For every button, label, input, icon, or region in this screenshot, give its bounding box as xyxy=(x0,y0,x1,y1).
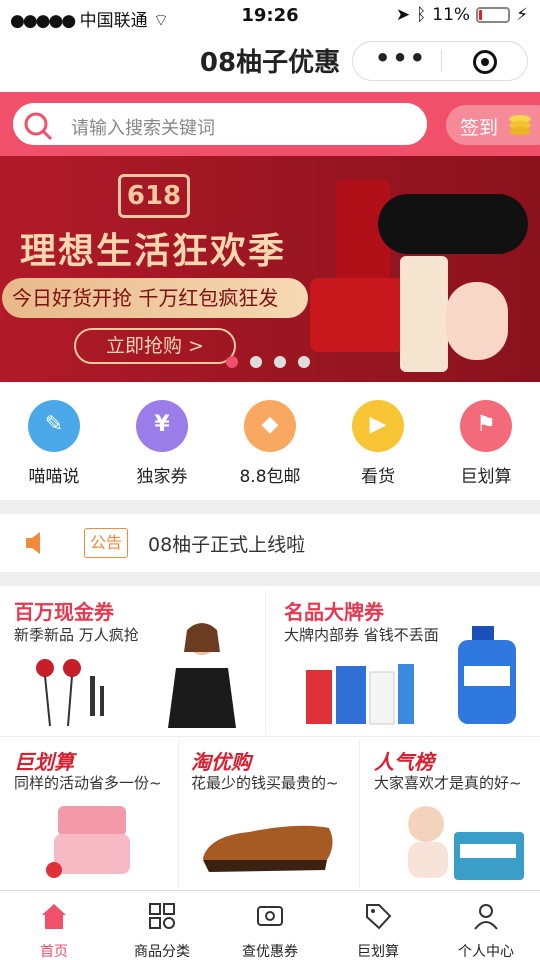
search-input[interactable]: 请输入搜索关键词 xyxy=(11,101,429,147)
quick-nav-item[interactable]: ▶ 看货 xyxy=(324,394,432,494)
deal-tag-icon xyxy=(366,904,392,930)
tab-label: 查优惠券 xyxy=(242,944,298,960)
more-dots-icon[interactable]: ••• xyxy=(375,44,427,72)
promo-title: 人气榜 xyxy=(374,750,434,774)
promo-subtitle: 大家喜欢才是真的好~ xyxy=(374,774,522,792)
quick-nav-label: 8.8包邮 xyxy=(239,467,301,487)
divider xyxy=(0,572,540,586)
baby-diapers-image xyxy=(408,806,524,880)
tab-person[interactable]: 个人中心 xyxy=(432,891,540,960)
promo-brand-coupon[interactable]: 名品大牌券 大牌内部券 省钱不丢面 xyxy=(266,586,540,736)
mini-program-capsule: ••• xyxy=(352,41,528,81)
nav-bar: 08柚子优惠 ••• xyxy=(0,32,540,90)
quick-nav-label: 独家券 xyxy=(136,467,188,487)
promo-taoyougou[interactable]: 淘优购 花最少的钱买最贵的~ xyxy=(179,738,359,888)
banner-headline: 理想生活狂欢季 xyxy=(20,231,287,272)
promo-subtitle: 同样的活动省多一份~ xyxy=(14,774,162,792)
search-bar: 请输入搜索关键词 签到 xyxy=(0,92,540,156)
buy-now-button[interactable]: 立即抢购 > xyxy=(74,328,236,364)
location-icon: ➤ xyxy=(395,5,411,25)
promo-title: 名品大牌券 xyxy=(284,600,384,624)
tab-bar: 首页 商品分类 查优惠券 巨划算 个人中心 xyxy=(0,890,540,960)
toothpaste-image xyxy=(306,664,414,725)
icon-glyph: ◆ xyxy=(261,412,279,437)
divider xyxy=(0,500,540,514)
handbag-image xyxy=(310,278,404,352)
quick-nav-label: 喵喵说 xyxy=(28,467,80,487)
tab-deal-tag[interactable]: 巨划算 xyxy=(324,891,432,960)
banner-dot[interactable] xyxy=(298,356,310,368)
promo-banner[interactable]: 618 理想生活狂欢季 今日好货开抢 千万红包疯狂发 立即抢购 > xyxy=(0,156,540,382)
hair-dryer-image xyxy=(378,194,528,254)
promo-subtitle: 大牌内部券 省钱不丢面 xyxy=(284,626,439,644)
blouse-model-image xyxy=(168,623,236,728)
icon-glyph: ¥ xyxy=(154,412,170,437)
icon-glyph: ✎ xyxy=(44,412,64,437)
promo-title: 巨划算 xyxy=(14,750,74,774)
bluetooth-icon: ᛒ xyxy=(416,5,427,25)
quick-nav-item[interactable]: ✎ 喵喵说 xyxy=(0,394,108,494)
quick-nav-item[interactable]: ◆ 8.8包邮 xyxy=(216,394,324,494)
perfume-image xyxy=(446,282,508,360)
icon-glyph: ▶ xyxy=(369,412,387,437)
icon-glyph: ⚑ xyxy=(476,412,496,437)
speaker-icon xyxy=(26,532,40,554)
tab-category-grid[interactable]: 商品分类 xyxy=(108,891,216,960)
charging-icon: ⚡ xyxy=(516,5,528,25)
promo-title: 百万现金券 xyxy=(14,600,114,624)
battery-icon xyxy=(476,7,511,23)
signin-button[interactable]: 签到 xyxy=(446,105,540,145)
banner-dot[interactable] xyxy=(226,356,238,368)
detergent-image xyxy=(458,626,516,724)
coins-icon xyxy=(509,115,531,135)
skincare-bottle-image xyxy=(400,256,448,372)
search-icon xyxy=(24,112,53,141)
promo-subtitle: 花最少的钱买最贵的~ xyxy=(191,774,339,792)
banner-subline: 今日好货开抢 千万红包疯狂发 xyxy=(2,278,308,318)
quick-nav-label: 巨划算 xyxy=(460,467,512,487)
banner-dot[interactable] xyxy=(250,356,262,368)
quick-nav-item[interactable]: ¥ 独家券 xyxy=(108,394,216,494)
promo-popular-list[interactable]: 人气榜 大家喜欢才是真的好~ xyxy=(360,738,540,888)
notice-text: 08柚子正式上线啦 xyxy=(148,534,306,556)
tab-label: 巨划算 xyxy=(357,944,399,960)
status-right: ➤ ᛒ 11% ⚡ xyxy=(396,5,528,25)
tab-label: 首页 xyxy=(40,944,68,960)
banner-dot[interactable] xyxy=(274,356,286,368)
promo-cash-coupon[interactable]: 百万现金券 新季新品 万人疯抢 xyxy=(0,586,265,736)
quick-nav-item[interactable]: ⚑ 巨划算 xyxy=(432,394,540,494)
quick-nav: ✎ 喵喵说 ¥ 独家券 ◆ 8.8包邮 ▶ 看货 ⚑ 巨划算 xyxy=(0,394,540,494)
tab-home[interactable]: 首页 xyxy=(0,891,108,960)
earphones-image xyxy=(36,659,104,727)
battery-percent: 11% xyxy=(432,5,471,25)
app-screen: ●●●●● 中国联通 ⌔ 19:26 ➤ ᛒ 11% ⚡ 08柚子优惠 ••• … xyxy=(0,0,540,960)
logo-618: 618 xyxy=(118,174,190,218)
tab-label: 商品分类 xyxy=(134,944,190,960)
target-close-icon[interactable] xyxy=(473,50,497,74)
person-icon xyxy=(474,904,498,930)
notice-badge: 公告 xyxy=(84,528,128,558)
banner-pagination xyxy=(226,356,310,368)
tab-label: 个人中心 xyxy=(458,944,514,960)
leather-shoe-image xyxy=(203,825,333,872)
status-bar: ●●●●● 中国联通 ⌔ 19:26 ➤ ᛒ 11% ⚡ xyxy=(0,0,540,32)
promo-great-deal[interactable]: 巨划算 同样的活动省多一份~ xyxy=(0,738,178,888)
category-grid-icon xyxy=(149,903,175,929)
search-placeholder: 请输入搜索关键词 xyxy=(71,118,215,139)
tab-coupon-search[interactable]: 查优惠券 xyxy=(216,891,324,960)
notice-bar[interactable]: 公告 08柚子正式上线啦 xyxy=(0,514,540,572)
quick-nav-label: 看货 xyxy=(361,467,395,487)
promo-title: 淘优购 xyxy=(191,750,251,774)
home-icon xyxy=(42,904,66,929)
coupon-search-icon xyxy=(257,906,283,926)
promo-subtitle: 新季新品 万人疯抢 xyxy=(14,626,139,644)
lip-mask-jar-image xyxy=(46,806,130,878)
